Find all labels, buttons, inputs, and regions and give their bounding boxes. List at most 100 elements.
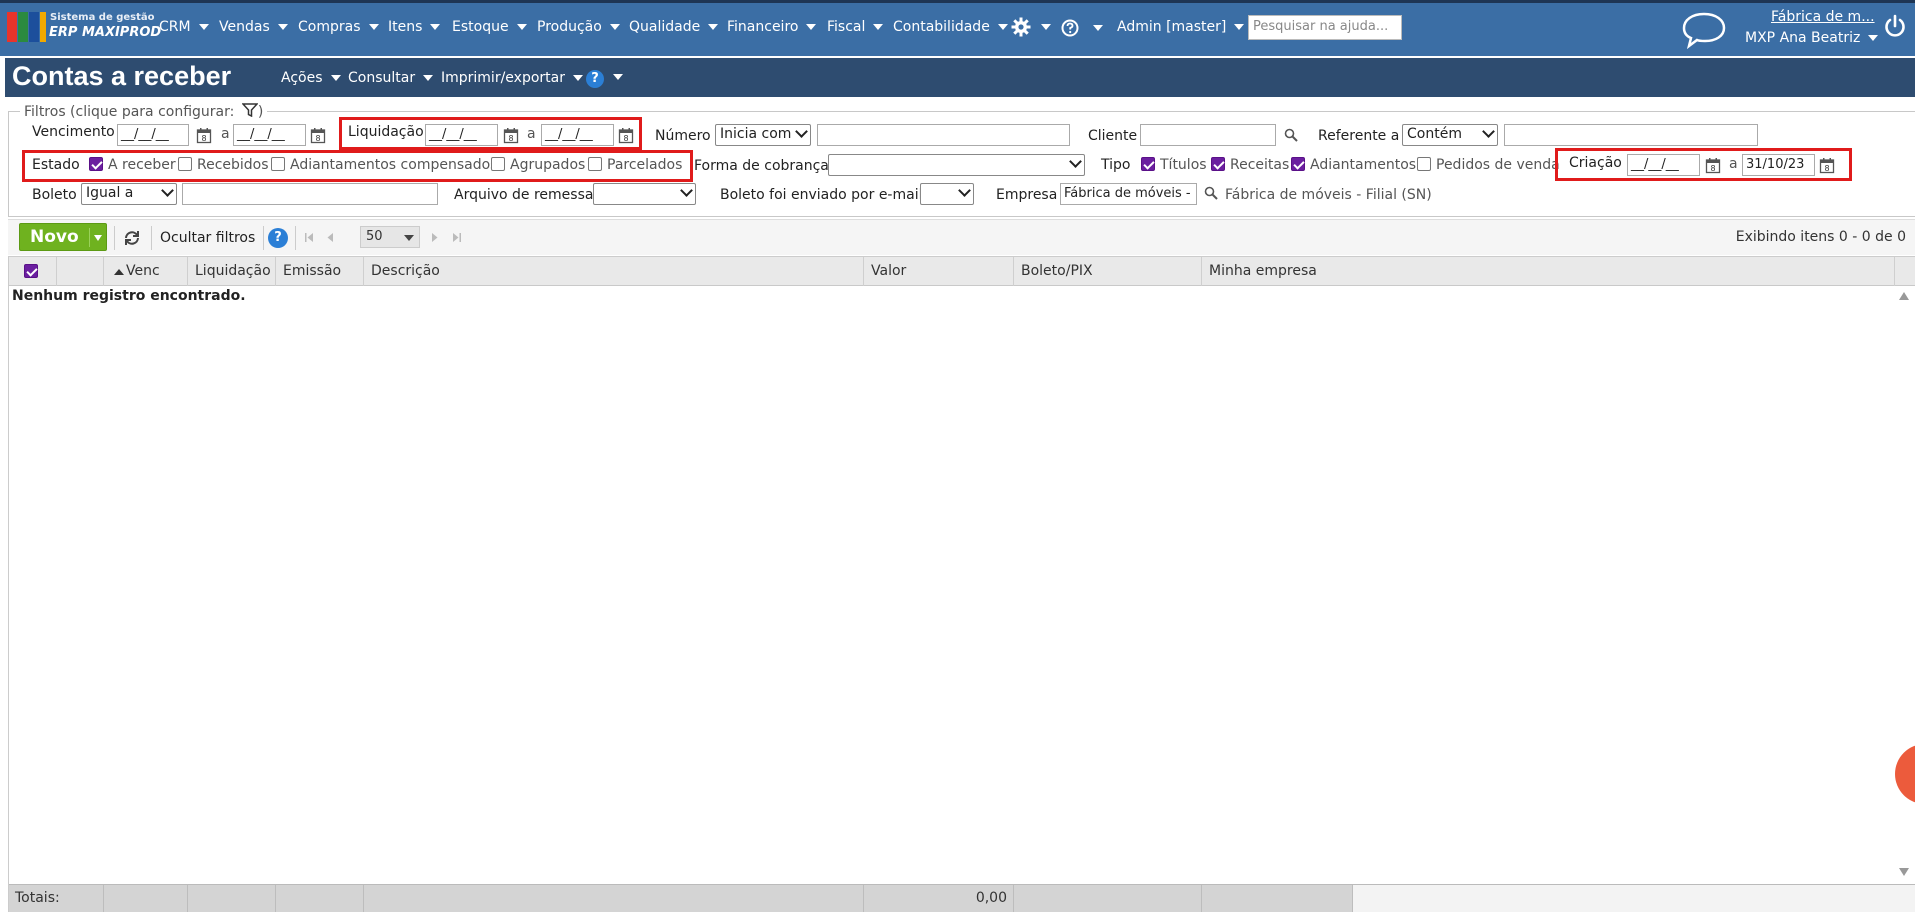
nav-item-compras[interactable]: Compras — [298, 19, 379, 35]
criacao-from-input[interactable]: __/__/__ — [1627, 154, 1700, 176]
nav-item-financeiro[interactable]: Financeiro — [727, 19, 817, 35]
company-link[interactable]: Fábrica de m... — [1771, 9, 1875, 25]
toolbar-divider — [151, 226, 152, 250]
checkbox-recebidos[interactable] — [178, 157, 192, 171]
checkbox-adiantamentos-compensados[interactable] — [271, 157, 285, 171]
checkbox-agrupados[interactable] — [491, 157, 505, 171]
column-boleto-pix[interactable]: Boleto/PIX — [1014, 257, 1202, 286]
chevron-down-icon — [1482, 125, 1495, 138]
select-all-checkbox[interactable] — [24, 264, 38, 278]
arquivo-remessa-select[interactable] — [593, 183, 696, 205]
checkbox-a-receber[interactable] — [89, 157, 103, 171]
calendar-icon[interactable]: 8 — [1819, 157, 1835, 174]
checkbox-pedidos-venda[interactable] — [1417, 157, 1431, 171]
boleto-input[interactable] — [182, 183, 438, 205]
pagination-status: Exibindo itens 0 - 0 de 0 — [1735, 229, 1906, 245]
nav-label: Produção — [537, 19, 602, 35]
results-grid: Venc Liquidação Emissão Descrição Valor … — [8, 256, 1915, 912]
new-button[interactable]: Novo — [19, 223, 107, 251]
last-page-icon[interactable] — [452, 232, 462, 243]
vencimento-from-input[interactable]: __/__/__ — [117, 124, 189, 146]
receitas-label: Receitas — [1230, 157, 1290, 173]
calendar-icon[interactable]: 8 — [1705, 157, 1721, 174]
logo-bar-green — [18, 12, 28, 42]
chevron-down-icon — [873, 24, 884, 30]
question-circle-icon[interactable]: ? — [268, 228, 288, 248]
checkbox-adiantamentos[interactable] — [1291, 157, 1305, 171]
help-menu[interactable] — [1061, 19, 1103, 37]
column-emissao[interactable]: Emissão — [276, 257, 364, 286]
user-menu[interactable]: Admin [master] — [1117, 19, 1245, 35]
chevron-down-icon — [161, 184, 174, 197]
nav-item-estoque[interactable]: Estoque — [452, 19, 527, 35]
nav-label: CRM — [159, 19, 191, 35]
boleto-email-select[interactable] — [920, 183, 974, 205]
print-export-menu[interactable]: Imprimir/exportar — [441, 70, 583, 86]
nav-item-vendas[interactable]: Vendas — [219, 19, 288, 35]
calendar-icon[interactable]: 8 — [196, 127, 212, 144]
liquidacao-from-input[interactable]: __/__/__ — [425, 124, 498, 146]
chevron-down-icon[interactable] — [94, 235, 102, 241]
calendar-icon[interactable]: 8 — [503, 127, 519, 144]
liquidacao-to-input[interactable]: __/__/__ — [541, 124, 614, 146]
numero-mode-value: Inicia com — [720, 126, 792, 142]
referente-mode-select[interactable]: Contém — [1402, 124, 1498, 146]
forma-cobranca-select[interactable] — [828, 154, 1085, 176]
search-icon[interactable] — [1204, 186, 1218, 200]
app-logo[interactable]: Sistema de gestão ERP MAXIPROD — [7, 11, 161, 43]
user-switcher[interactable]: MXP Ana Beatriz — [1745, 30, 1879, 46]
nav-label: Estoque — [452, 19, 509, 35]
previous-page-icon[interactable] — [326, 232, 334, 243]
actions-menu[interactable]: Ações — [281, 70, 341, 86]
column-valor[interactable]: Valor — [864, 257, 1014, 286]
numero-label: Número — [655, 128, 711, 144]
question-circle-icon[interactable]: ? — [586, 70, 604, 88]
hide-filters-button[interactable]: Ocultar filtros — [160, 230, 255, 246]
boleto-mode-select[interactable]: Igual a — [81, 183, 177, 205]
next-page-icon[interactable] — [431, 232, 439, 243]
refresh-icon[interactable] — [122, 230, 142, 246]
numero-mode-select[interactable]: Inicia com — [715, 124, 811, 146]
page-size-value: 50 — [366, 229, 383, 244]
settings-menu[interactable] — [1011, 17, 1051, 37]
empresa-input[interactable]: Fábrica de móveis - — [1060, 183, 1197, 205]
chat-bubble-icon[interactable] — [1680, 10, 1728, 50]
nav-item-itens[interactable]: Itens — [388, 19, 441, 35]
nav-item-contabilidade[interactable]: Contabilidade — [893, 19, 1008, 35]
column-minha-empresa[interactable]: Minha empresa — [1202, 257, 1895, 286]
help-search-input[interactable]: Pesquisar na ajuda... — [1248, 15, 1402, 40]
first-page-icon[interactable] — [304, 232, 314, 243]
scroll-down-arrow[interactable] — [1899, 868, 1909, 876]
column-venc[interactable]: Venc — [104, 257, 188, 286]
column-liquidacao[interactable]: Liquidação — [188, 257, 276, 286]
criacao-to-input[interactable]: 31/10/23 — [1742, 154, 1815, 176]
chevron-down-icon — [516, 24, 527, 30]
page-size-select[interactable]: 50 — [360, 226, 420, 248]
nav-item-fiscal[interactable]: Fiscal — [827, 19, 884, 35]
titulos-label: Títulos — [1160, 157, 1207, 173]
calendar-icon[interactable]: 8 — [618, 127, 634, 144]
chevron-down-icon[interactable] — [613, 74, 623, 80]
checkbox-receitas[interactable] — [1211, 157, 1225, 171]
calendar-icon[interactable]: 8 — [310, 127, 326, 144]
power-icon[interactable] — [1884, 14, 1906, 38]
nav-item-producao[interactable]: Produção — [537, 19, 620, 35]
vencimento-to-input[interactable]: __/__/__ — [233, 124, 306, 146]
filters-legend[interactable]: Filtros (clique para configurar: ) — [20, 103, 268, 120]
checkbox-titulos[interactable] — [1141, 157, 1155, 171]
nav-item-crm[interactable]: CRM — [159, 19, 209, 35]
consult-menu[interactable]: Consultar — [348, 70, 434, 86]
referente-input[interactable] — [1504, 124, 1758, 146]
empresa-label: Empresa — [996, 187, 1058, 203]
column-descricao[interactable]: Descrição — [364, 257, 864, 286]
user-name: MXP Ana Beatriz — [1745, 30, 1861, 46]
nav-item-qualidade[interactable]: Qualidade — [629, 19, 719, 35]
tipo-label: Tipo — [1101, 157, 1131, 173]
scroll-up-arrow[interactable] — [1899, 292, 1909, 300]
cliente-input[interactable] — [1140, 124, 1276, 146]
checkbox-parcelados[interactable] — [588, 157, 602, 171]
filter-funnel-icon[interactable] — [241, 103, 259, 118]
search-icon[interactable] — [1284, 128, 1298, 142]
numero-input[interactable] — [817, 124, 1070, 146]
liquidacao-sep: a — [527, 126, 536, 142]
